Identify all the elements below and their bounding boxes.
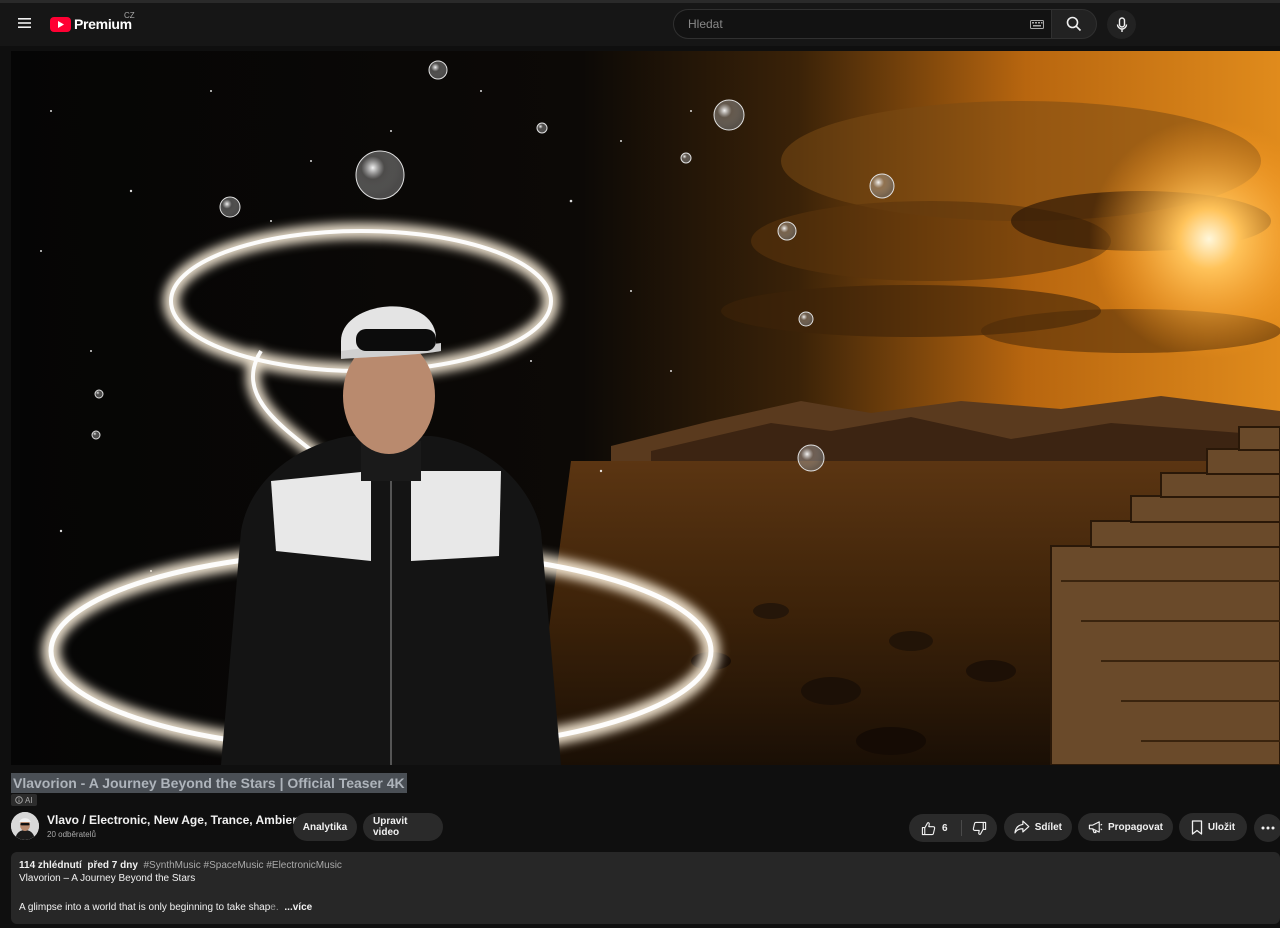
masthead: Premium CZ bbox=[0, 0, 1280, 46]
share-button[interactable]: Sdílet bbox=[1004, 813, 1072, 841]
description-meta: 114 zhlédnutí před 7 dny #SynthMusic #Sp… bbox=[19, 859, 1272, 872]
youtube-logo-icon bbox=[50, 16, 71, 32]
keyboard-icon[interactable] bbox=[1030, 20, 1044, 29]
upload-date: před 7 dny bbox=[87, 860, 138, 871]
menu-button[interactable] bbox=[12, 10, 38, 36]
like-button[interactable]: 6 bbox=[909, 814, 961, 842]
share-icon bbox=[1014, 820, 1030, 834]
show-more-link[interactable]: ...více bbox=[284, 902, 312, 913]
save-button[interactable]: Uložit bbox=[1179, 813, 1247, 841]
description-fade: e. bbox=[270, 902, 279, 913]
bookmark-icon bbox=[1191, 819, 1203, 835]
youtube-premium-logo[interactable]: Premium CZ bbox=[50, 11, 135, 35]
share-label: Sdílet bbox=[1034, 821, 1062, 833]
edit-video-label: Upravit video bbox=[373, 816, 408, 838]
dislike-button[interactable] bbox=[962, 814, 997, 842]
microphone-icon bbox=[1116, 16, 1127, 32]
view-count: 114 zhlédnutí bbox=[19, 860, 82, 871]
thumb-up-icon bbox=[921, 821, 936, 835]
search-input[interactable] bbox=[686, 16, 1016, 32]
save-label: Uložit bbox=[1207, 821, 1236, 833]
edit-video-button[interactable]: Upravit video bbox=[363, 813, 443, 841]
channel-avatar[interactable] bbox=[11, 812, 39, 840]
analytics-button[interactable]: Analytika bbox=[293, 813, 357, 841]
description-text: A glimpse into a world that is only begi… bbox=[19, 902, 271, 913]
promote-button[interactable]: Propagovat bbox=[1078, 813, 1173, 841]
video-frame bbox=[11, 51, 1280, 765]
description-teaser: A glimpse into a world that is only begi… bbox=[19, 902, 312, 913]
video-title: Vlavorion - A Journey Beyond the Stars |… bbox=[11, 773, 407, 793]
thumb-down-icon bbox=[972, 821, 987, 835]
description-line: Vlavorion – A Journey Beyond the Stars bbox=[19, 873, 196, 884]
megaphone-icon bbox=[1088, 821, 1103, 834]
video-player[interactable] bbox=[11, 51, 1280, 765]
description-box[interactable]: 114 zhlédnutí před 7 dny #SynthMusic #Sp… bbox=[11, 852, 1280, 924]
promote-label: Propagovat bbox=[1107, 821, 1163, 833]
like-dislike-group: 6 bbox=[909, 814, 997, 842]
channel-name[interactable]: Vlavo / Electronic, New Age, Trance, Amb… bbox=[47, 813, 307, 827]
search-icon bbox=[1066, 16, 1082, 32]
avatar-image bbox=[11, 812, 39, 840]
ai-badge-label: AI bbox=[25, 795, 33, 805]
more-horizontal-icon bbox=[1261, 826, 1275, 830]
info-icon bbox=[15, 796, 23, 804]
hamburger-icon bbox=[18, 18, 31, 28]
voice-search-button[interactable] bbox=[1107, 10, 1136, 39]
analytics-label: Analytika bbox=[302, 821, 348, 833]
subscriber-count: 20 odběratelů bbox=[47, 830, 96, 839]
like-count: 6 bbox=[942, 822, 948, 834]
ai-badge[interactable]: AI bbox=[11, 794, 37, 806]
hashtags[interactable]: #SynthMusic #SpaceMusic #ElectronicMusic bbox=[144, 860, 342, 871]
search-button[interactable] bbox=[1051, 9, 1097, 39]
search-box bbox=[673, 9, 1052, 39]
logo-country-code: CZ bbox=[124, 11, 135, 20]
more-actions-button[interactable] bbox=[1254, 814, 1280, 842]
